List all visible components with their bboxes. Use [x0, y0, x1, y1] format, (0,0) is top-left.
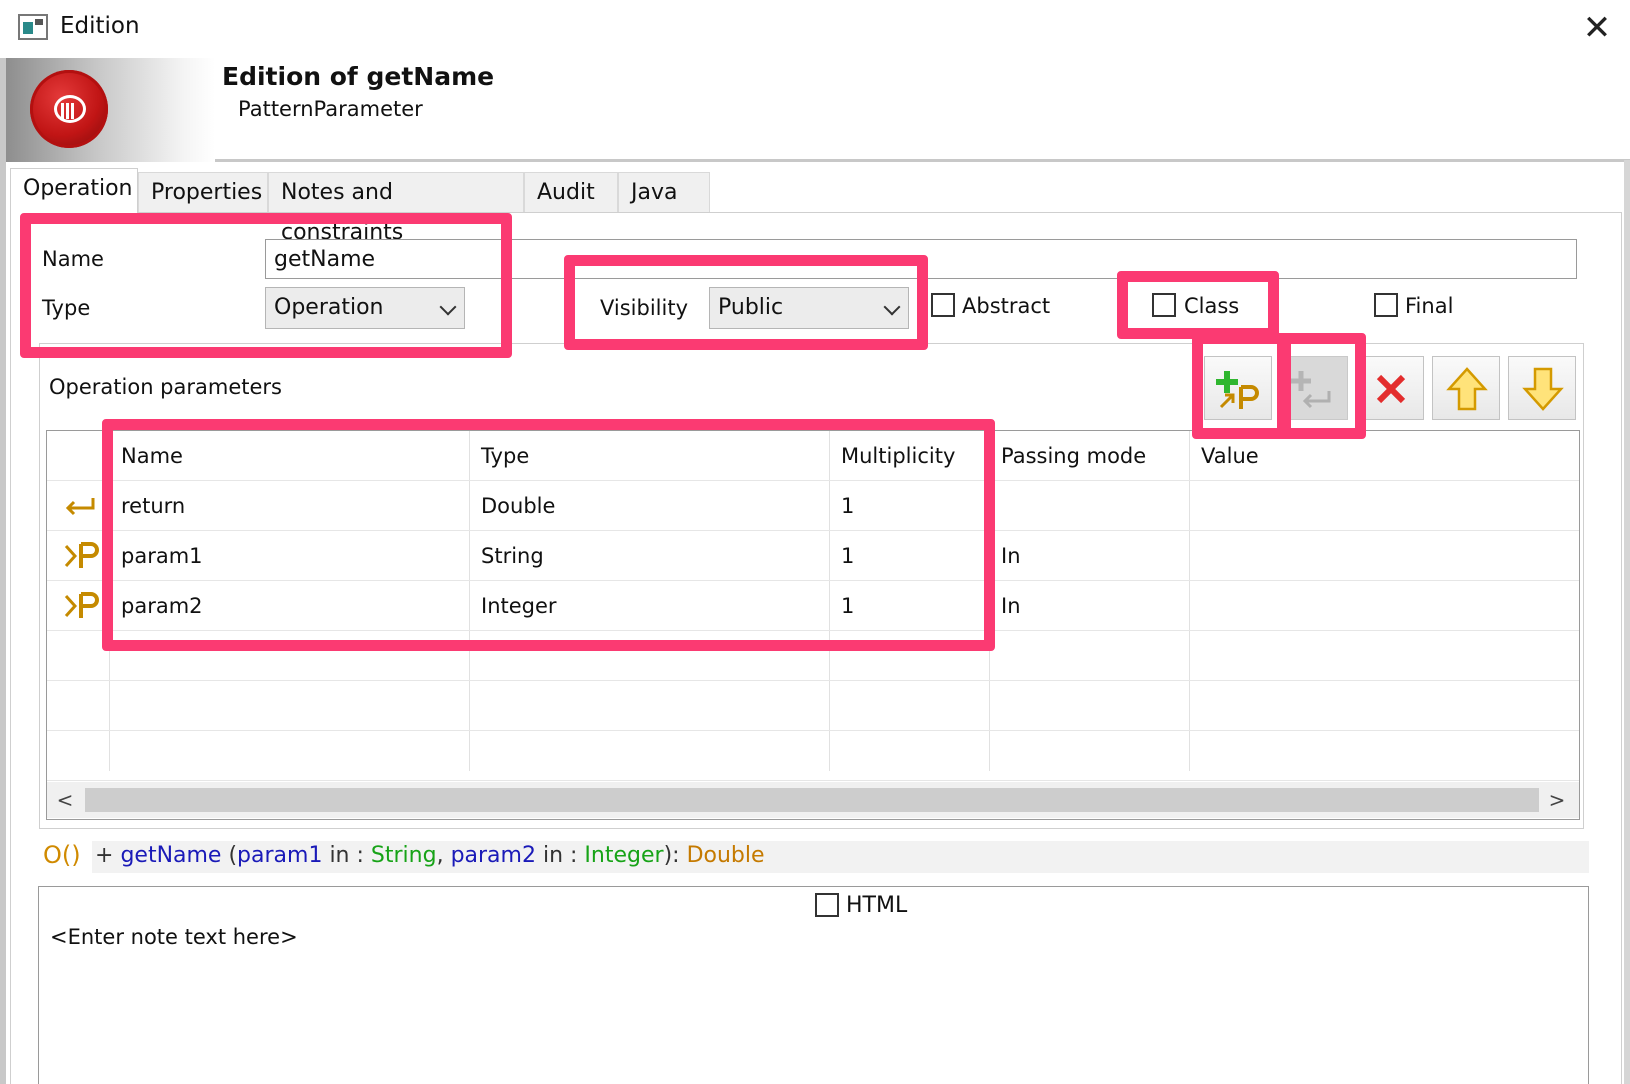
tab-operation[interactable]: Operation — [10, 168, 138, 213]
sig-type2: Integer — [584, 843, 664, 868]
visibility-label: Visibility — [600, 296, 689, 320]
final-label: Final — [1405, 294, 1454, 318]
delete-parameter-button[interactable] — [1356, 356, 1424, 420]
tab-audit[interactable]: Audit — [524, 172, 618, 212]
chevron-down-icon — [883, 298, 901, 316]
html-label: HTML — [846, 893, 908, 918]
operation-icon: O() — [43, 841, 81, 869]
param-type-cell[interactable]: Double — [469, 481, 555, 531]
move-down-button[interactable] — [1508, 356, 1576, 420]
tab-java[interactable]: Java — [618, 172, 710, 212]
visibility-select[interactable]: Public — [709, 287, 909, 329]
add-return-icon — [1291, 371, 1331, 409]
sig-type1: String — [370, 843, 437, 868]
param-name-cell[interactable]: return — [109, 481, 185, 531]
window-right-edge — [1624, 160, 1630, 1084]
page-subtitle: PatternParameter — [238, 97, 423, 121]
param-in-icon — [64, 542, 99, 568]
close-icon[interactable]: ✕ — [1577, 10, 1617, 50]
table-row-empty[interactable] — [47, 731, 1579, 781]
param-value-cell[interactable] — [1189, 531, 1201, 581]
scroll-right-icon[interactable]: > — [1547, 790, 1567, 810]
add-parameter-button[interactable] — [1204, 356, 1272, 420]
parameters-table: Name Type Multiplicity Passing mode Valu… — [46, 430, 1580, 820]
arrow-up-icon — [1446, 367, 1488, 411]
table-row[interactable]: param1 String 1 In — [47, 531, 1579, 581]
param-multiplicity-cell[interactable]: 1 — [829, 531, 854, 581]
operation-signature: + getName (param1 in : String, param2 in… — [95, 843, 765, 868]
param-value-cell[interactable] — [1189, 581, 1201, 631]
table-row[interactable]: param2 Integer 1 In — [47, 581, 1579, 631]
sig-return-type: Double — [686, 843, 765, 868]
app-window-icon — [18, 14, 48, 40]
param-type-cell[interactable]: Integer — [469, 581, 557, 631]
logo-bars-icon — [61, 100, 79, 119]
type-select[interactable]: Operation — [265, 287, 465, 329]
note-editor[interactable] — [38, 886, 1589, 1084]
add-return-button[interactable] — [1280, 356, 1348, 420]
scroll-left-icon[interactable]: < — [55, 790, 75, 810]
window-title: Edition — [60, 13, 140, 39]
table-header-row: Name Type Multiplicity Passing mode Valu… — [47, 431, 1579, 481]
window-left-edge — [0, 58, 6, 1084]
abstract-label: Abstract — [962, 294, 1051, 318]
tab-notes-and-constraints[interactable]: Notes and constraints — [268, 172, 524, 245]
chevron-down-icon — [439, 298, 457, 316]
param-value-cell[interactable] — [1189, 481, 1201, 531]
column-header-multiplicity[interactable]: Multiplicity — [829, 431, 955, 481]
column-header-name[interactable]: Name — [109, 431, 183, 481]
type-select-value: Operation — [274, 295, 384, 320]
sig-param2: param2 — [450, 843, 536, 868]
add-parameter-icon — [1216, 371, 1259, 409]
final-checkbox[interactable] — [1374, 293, 1398, 317]
param-passing-cell[interactable]: In — [989, 581, 1021, 631]
param-passing-cell[interactable] — [989, 481, 1001, 531]
column-header-passing-mode[interactable]: Passing mode — [989, 431, 1146, 481]
sig-visibility: + — [95, 843, 121, 868]
param-multiplicity-cell[interactable]: 1 — [829, 481, 854, 531]
sig-close: ): — [663, 843, 687, 868]
param-type-cell[interactable]: String — [469, 531, 544, 581]
html-checkbox[interactable] — [815, 893, 839, 917]
param-name-cell[interactable]: param1 — [109, 531, 203, 581]
class-checkbox[interactable] — [1152, 293, 1176, 317]
class-label: Class — [1184, 294, 1240, 318]
column-header-type[interactable]: Type — [469, 431, 529, 481]
name-label: Name — [42, 247, 104, 271]
sig-name: getName — [120, 843, 222, 868]
arrow-down-icon — [1522, 367, 1564, 411]
column-header-value[interactable]: Value — [1189, 431, 1259, 481]
move-up-button[interactable] — [1432, 356, 1500, 420]
page-title: Edition of getName — [222, 62, 495, 91]
scrollbar-thumb[interactable] — [85, 788, 1539, 812]
type-label: Type — [42, 296, 91, 320]
table-row[interactable]: return Double 1 — [47, 481, 1579, 531]
name-input[interactable] — [265, 239, 1577, 279]
sig-comma: , — [436, 843, 451, 868]
sig-param1: param1 — [237, 843, 323, 868]
param-in-icon — [64, 592, 99, 618]
param-multiplicity-cell[interactable]: 1 — [829, 581, 854, 631]
abstract-checkbox[interactable] — [931, 293, 955, 317]
sig-in2: in : — [535, 843, 585, 868]
param-name-cell[interactable]: param2 — [109, 581, 203, 631]
param-passing-cell[interactable]: In — [989, 531, 1021, 581]
table-row-empty[interactable] — [47, 681, 1579, 731]
horizontal-scrollbar[interactable]: < > — [47, 782, 1579, 818]
table-row-empty[interactable] — [47, 631, 1579, 681]
tab-properties[interactable]: Properties — [138, 172, 268, 212]
sig-in1: in : — [322, 843, 371, 868]
visibility-select-value: Public — [718, 295, 784, 320]
operation-parameters-title: Operation parameters — [49, 375, 282, 399]
delete-icon — [1376, 374, 1406, 404]
note-placeholder[interactable]: <Enter note text here> — [50, 925, 298, 949]
sig-open: ( — [221, 843, 238, 868]
window-titlebar — [0, 0, 1630, 58]
return-arrow-icon — [65, 498, 95, 516]
